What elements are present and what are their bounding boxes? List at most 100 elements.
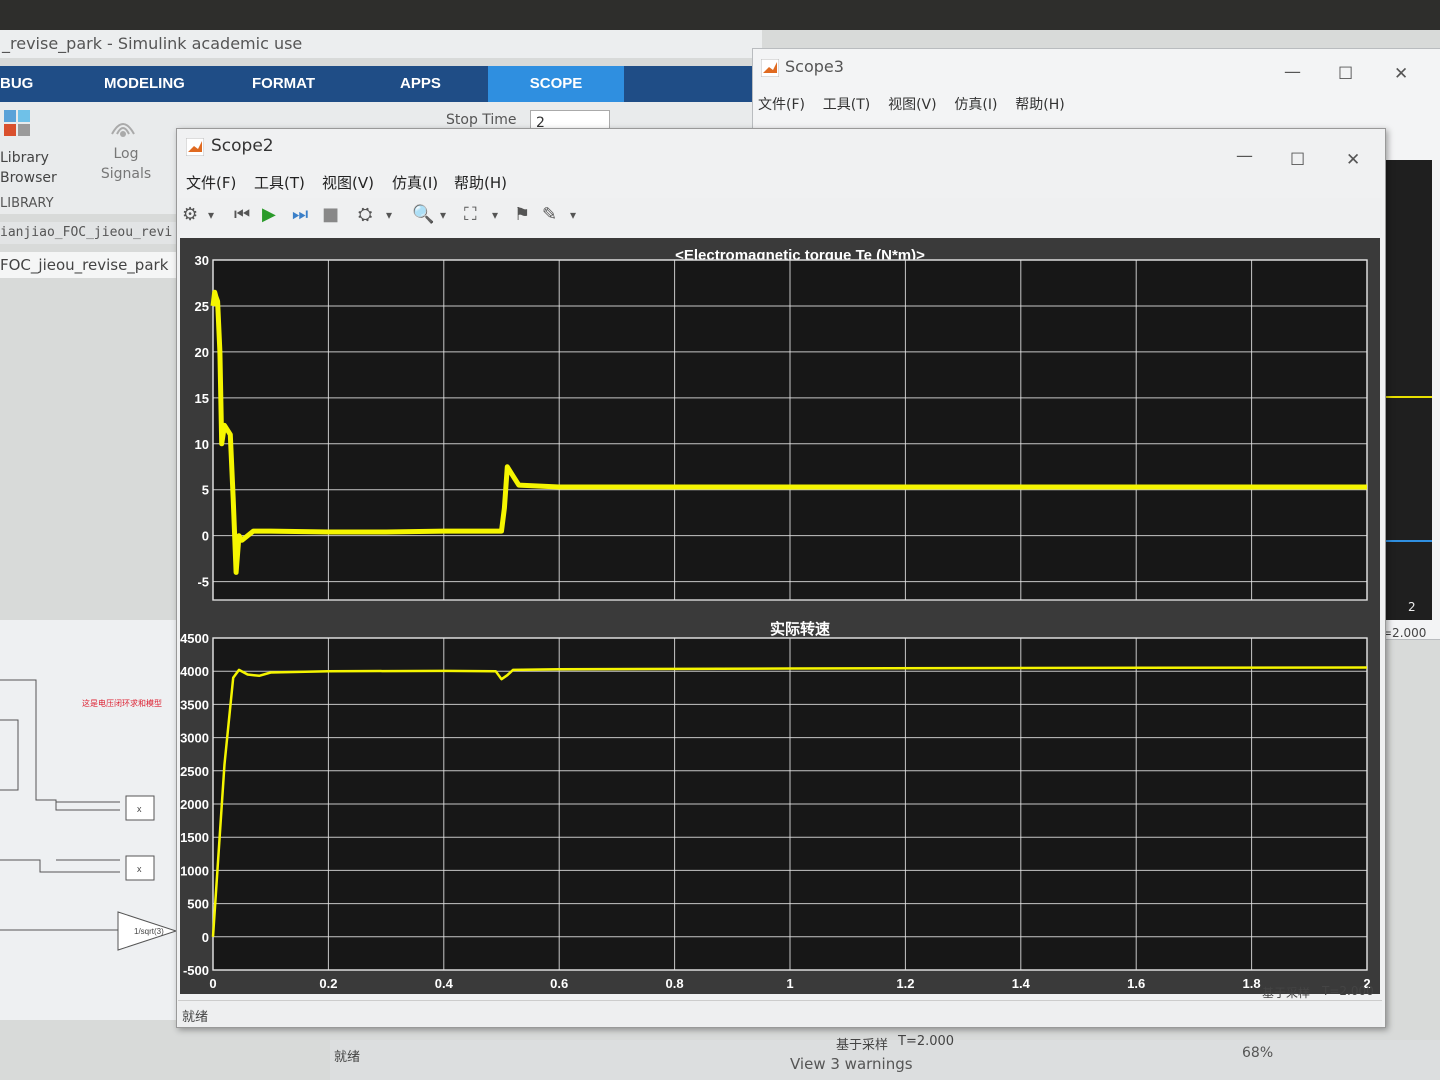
scope3-menu-help[interactable]: 帮助(H) — [1015, 97, 1064, 113]
model-browser-path[interactable]: ianjiao_FOC_jieou_revi — [0, 222, 180, 244]
measurements-icon[interactable]: ✎ — [542, 204, 557, 225]
scope2-status-mode: 基于采样 — [1262, 986, 1311, 1000]
log-signals-label[interactable]: Log Signals — [98, 144, 154, 184]
matlab-logo-icon — [760, 58, 780, 78]
menu-tools[interactable]: 工具(T) — [254, 172, 305, 193]
library-section-label: LIBRARY — [0, 196, 54, 211]
scope2-status-time: T=2.000 — [1322, 984, 1374, 998]
y-tick-label: 20 — [195, 345, 209, 360]
scope2-menubar: 文件(F) 工具(T) 视图(V) 仿真(I) 帮助(H) — [178, 170, 1382, 196]
y-tick-label: 3500 — [180, 697, 209, 712]
torque-y-ticks: 30 25 20 15 10 5 0 -5 — [195, 253, 209, 590]
scope3-close-button[interactable]: ✕ — [1394, 64, 1408, 84]
autoscale-dropdown-icon[interactable]: ▾ — [492, 208, 498, 222]
menu-file[interactable]: 文件(F) — [186, 172, 236, 193]
simulink-status-time: T=2.000 — [898, 1034, 955, 1049]
scope3-menu-view[interactable]: 视图(V) — [888, 97, 937, 113]
measurements-dropdown-icon[interactable]: ▾ — [570, 208, 576, 222]
y-tick-label: 2500 — [180, 764, 209, 779]
view-warnings-link[interactable]: View 3 warnings — [790, 1055, 913, 1073]
zoom-dropdown-icon[interactable]: ▾ — [440, 208, 446, 222]
y-tick-label: 30 — [195, 253, 209, 268]
menu-help[interactable]: 帮助(H) — [454, 172, 507, 193]
x-tick-label: 0.6 — [550, 976, 568, 991]
tab-scope[interactable]: SCOPE — [488, 66, 624, 102]
library-browser-icon[interactable] — [4, 110, 32, 138]
y-tick-label: 1500 — [180, 830, 209, 845]
y-tick-label: -5 — [197, 575, 209, 590]
scope3-menubar: 文件(F) 工具(T) 视图(V) 仿真(I) 帮助(H) — [758, 94, 1065, 114]
menu-simulation[interactable]: 仿真(I) — [392, 172, 438, 193]
scope3-plot-edge: 2 — [1380, 160, 1432, 620]
svg-text:x: x — [137, 864, 142, 874]
model-name-breadcrumb[interactable]: FOC_jieou_revise_park — [0, 252, 180, 278]
scope3-menu-simulation[interactable]: 仿真(I) — [954, 97, 997, 113]
scope3-menu-file[interactable]: 文件(F) — [758, 97, 805, 113]
scope2-toolbar: ⚙ ▾ ⏮ ▶ ⏭ ■ ⛭ ▾ 🔍 ▾ ⛶ ▾ ⚑ ✎ ▾ — [178, 198, 1382, 234]
highlight-dropdown-icon[interactable]: ▾ — [386, 208, 392, 222]
settings-dropdown-icon[interactable]: ▾ — [208, 208, 214, 222]
y-tick-label: 4000 — [180, 664, 209, 679]
x-tick-label: 1.2 — [896, 976, 914, 991]
tab-format[interactable]: FORMAT — [252, 66, 332, 102]
y-tick-label: 1000 — [180, 863, 209, 878]
scope3-menu-tools[interactable]: 工具(T) — [823, 97, 870, 113]
x-tick-label: 0 — [209, 976, 216, 991]
x-tick-label: 1.8 — [1243, 976, 1261, 991]
tab-debug[interactable]: BUG — [0, 66, 40, 102]
speed-y-ticks: 4500 4000 3500 3000 2500 2000 1500 1000 500 0 -500 — [180, 631, 209, 978]
scope3-minimize-button[interactable]: — — [1284, 62, 1301, 82]
stop-time-label: Stop Time — [446, 112, 517, 128]
x-tick-label: 0.4 — [435, 976, 454, 991]
y-tick-label: 4500 — [180, 631, 209, 646]
zoom-level[interactable]: 68% — [1242, 1045, 1273, 1061]
step-forward-icon[interactable]: ⏭ — [292, 204, 308, 225]
menu-view[interactable]: 视图(V) — [322, 172, 374, 193]
tab-apps[interactable]: APPS — [400, 66, 460, 102]
y-tick-label: 10 — [195, 437, 209, 452]
library-browser-label[interactable]: Library Browser — [0, 148, 57, 188]
speed-plot-title: 实际转速 — [770, 620, 830, 638]
x-tick-label: 1.6 — [1127, 976, 1145, 991]
y-tick-label: 0 — [202, 930, 209, 945]
matlab-logo-icon — [185, 137, 205, 157]
autoscale-icon[interactable]: ⛶ — [464, 204, 477, 225]
y-tick-label: 0 — [202, 529, 209, 544]
y-tick-label: 3000 — [180, 731, 209, 746]
svg-text:x: x — [137, 804, 142, 814]
scope-plots-svg[interactable]: <Electromagnetic torque Te (N*m)> 302520… — [180, 238, 1380, 994]
scope2-minimize-button[interactable]: — — [1236, 146, 1253, 166]
x-tick-label: 1 — [786, 976, 793, 991]
scope3-status-time: =2.000 — [1382, 626, 1427, 640]
simulink-title: _revise_park - Simulink academic use — [0, 30, 762, 58]
tab-modeling[interactable]: MODELING — [104, 66, 204, 102]
y-tick-label: -500 — [183, 963, 209, 978]
y-tick-label: 5 — [202, 483, 209, 498]
step-back-icon[interactable]: ⏮ — [234, 204, 250, 225]
simulink-status-mode: 基于采样 — [836, 1038, 889, 1053]
scope2-status-ready: 就绪 — [182, 1010, 209, 1025]
settings-gear-icon[interactable]: ⚙ — [182, 204, 198, 225]
scope2-close-button[interactable]: ✕ — [1346, 150, 1360, 170]
scope2-title: Scope2 — [211, 136, 274, 156]
scope3-maximize-button[interactable]: ☐ — [1338, 64, 1353, 84]
y-tick-label: 15 — [195, 391, 209, 406]
y-tick-label: 2000 — [180, 797, 209, 812]
x-tick-label: 0.8 — [666, 976, 684, 991]
y-tick-label: 25 — [195, 299, 209, 314]
zoom-in-icon[interactable]: 🔍 — [412, 204, 434, 225]
run-icon[interactable]: ▶ — [262, 204, 276, 225]
stop-icon[interactable]: ■ — [322, 204, 339, 225]
scope2-maximize-button[interactable]: ☐ — [1290, 150, 1305, 170]
speed-x-ticks: 0 0.2 0.4 0.6 0.8 1 1.2 1.4 1.6 1.8 2 — [209, 976, 1370, 991]
x-tick-label: 1.4 — [1012, 976, 1031, 991]
highlight-block-icon[interactable]: ⛭ — [358, 204, 372, 225]
simulink-status-ready: 就绪 — [334, 1050, 361, 1065]
x-tick-label: 0.2 — [319, 976, 337, 991]
scope3-x-tick: 2 — [1408, 600, 1416, 614]
y-tick-label: 500 — [187, 897, 209, 912]
scope-plot-area[interactable]: <Electromagnetic torque Te (N*m)> 30 25 20… — [180, 238, 1380, 994]
log-signals-icon[interactable] — [108, 112, 138, 140]
triggers-icon[interactable]: ⚑ — [514, 204, 530, 225]
gain-block-label: 1/sqrt(3) — [134, 927, 164, 936]
